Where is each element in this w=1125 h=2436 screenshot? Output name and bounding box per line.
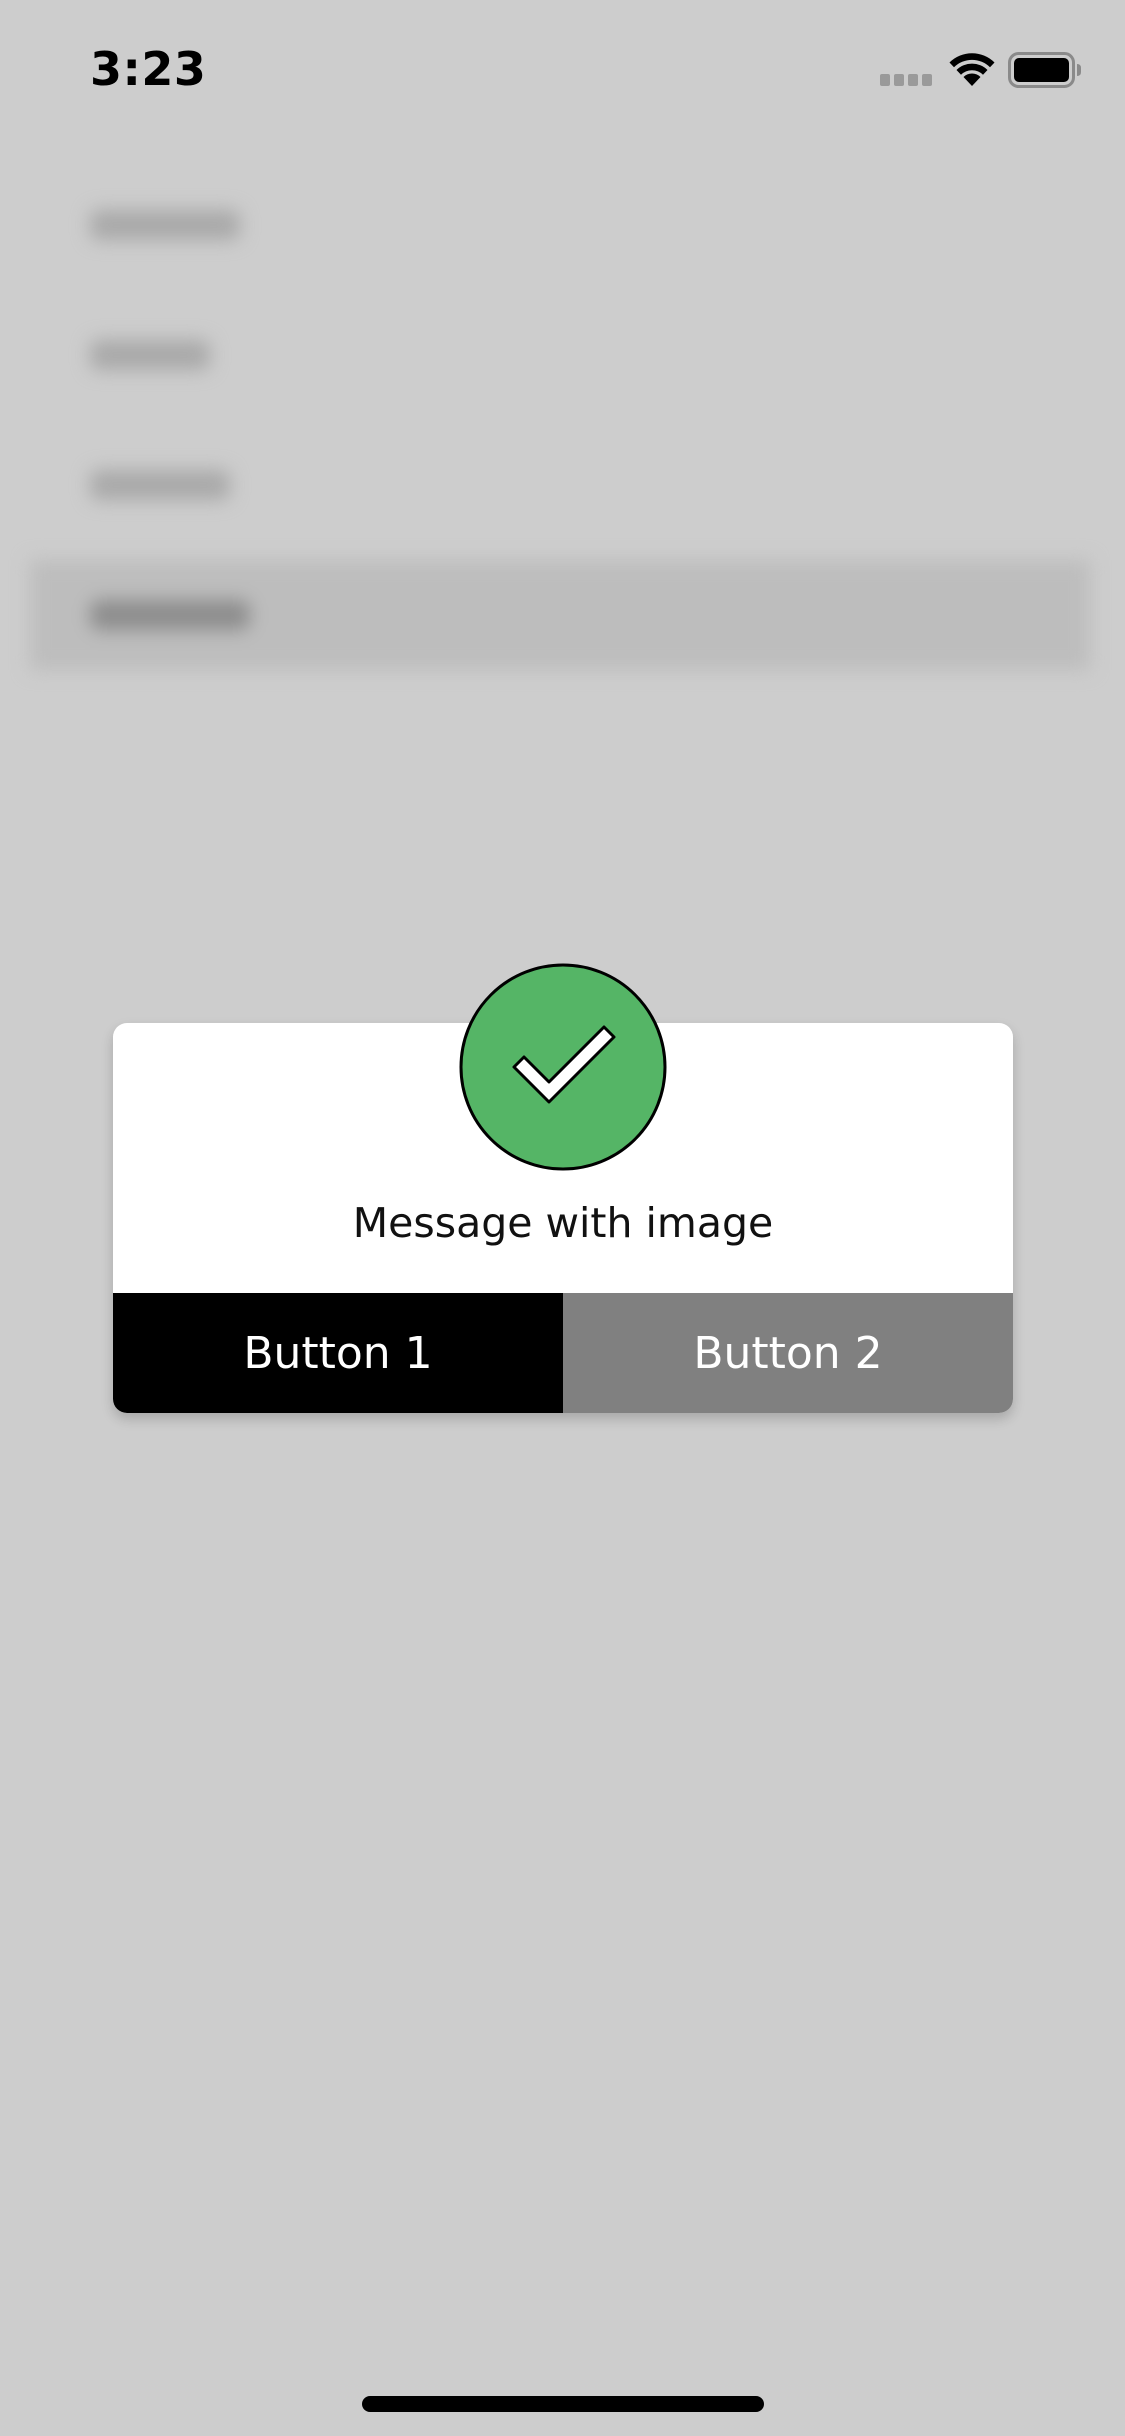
blurred-background-list [0, 170, 1125, 730]
list-item [30, 430, 1090, 540]
list-item [30, 170, 1090, 280]
checkmark-circle-icon [459, 963, 667, 1171]
list-item [30, 300, 1090, 410]
list-item-selected [30, 560, 1090, 670]
alert-dialog: Message with image Button 1 Button 2 [113, 963, 1013, 1413]
home-indicator[interactable] [362, 2396, 764, 2412]
cellular-signal-icon [880, 74, 934, 86]
button-1[interactable]: Button 1 [113, 1293, 563, 1413]
app-screen: 3:23 Message with image Button 1 Button … [0, 0, 1125, 2436]
status-bar: 3:23 [0, 0, 1125, 140]
battery-icon [1008, 52, 1081, 88]
wifi-icon [949, 53, 995, 86]
status-time: 3:23 [90, 42, 207, 96]
button-2[interactable]: Button 2 [563, 1293, 1013, 1413]
alert-message: Message with image [352, 1199, 774, 1247]
alert-button-row: Button 1 Button 2 [113, 1293, 1013, 1413]
